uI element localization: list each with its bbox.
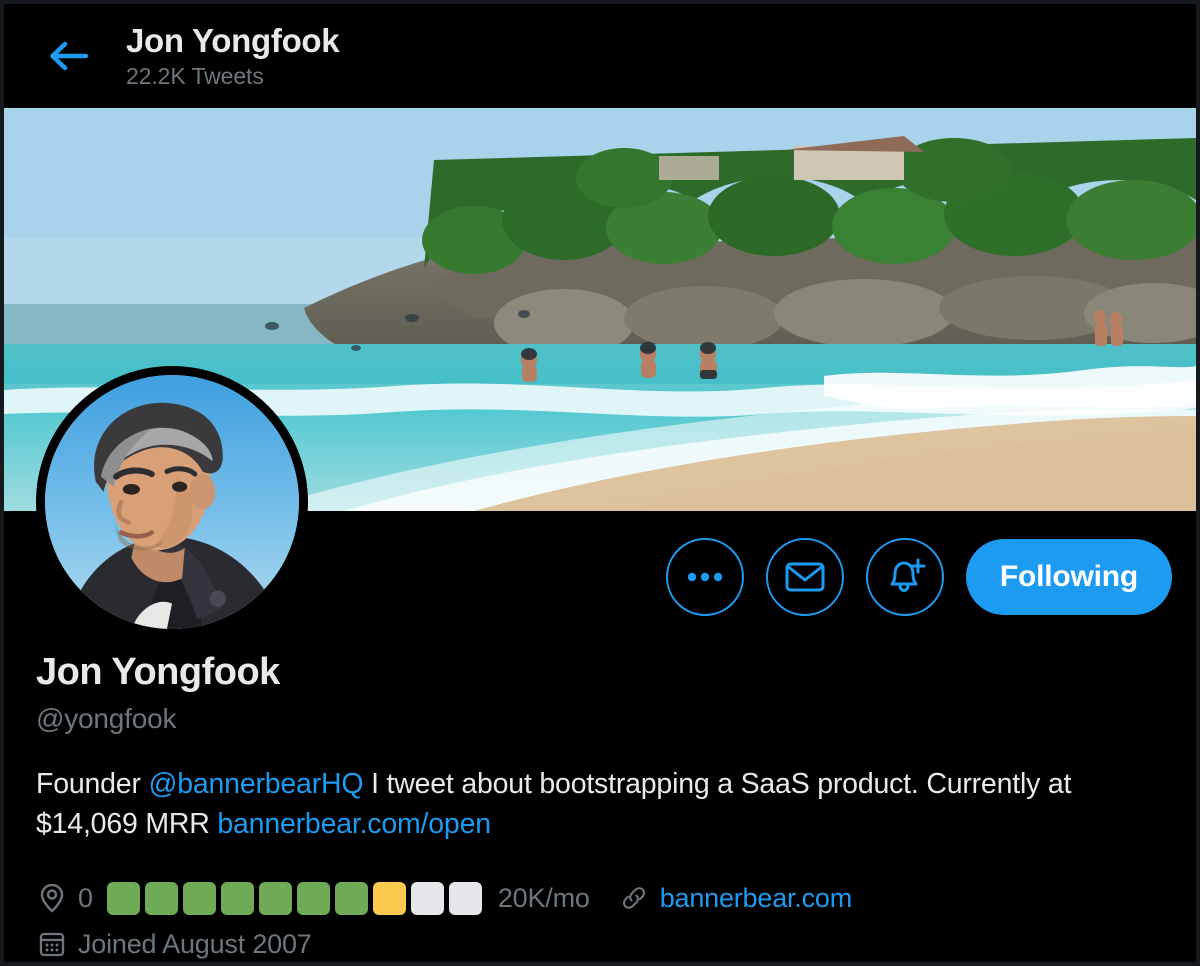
progress-segment [258,881,292,915]
joined-row: Joined August 2007 [36,922,1156,962]
progress-segment [410,881,444,915]
notifications-button[interactable] [865,538,944,616]
progress-segment [106,881,140,915]
bell-plus-icon [890,558,926,592]
calendar-icon [36,928,68,960]
location-value: 0 [78,882,93,913]
handle: @yongfook [36,702,177,734]
page-title: Jon Yongfook [126,21,340,59]
bio-url-link[interactable]: bannerbear.com/open [217,808,491,840]
link-chain-icon [618,882,650,914]
bio-part-one: Founder [36,768,149,800]
progress-segment [220,881,254,915]
message-button[interactable] [765,538,844,616]
header-title-group: Jon Yongfook 22.2K Tweets [126,21,340,90]
profile-meta: 0 20K/mo bannerbear.com Joined August 20… [36,876,1156,962]
mrr-goal-label: 20K/mo [497,882,590,913]
arrow-left-icon [50,41,88,71]
progress-segment [296,881,330,915]
profile-actions: Following [665,538,1172,616]
twitter-profile-screen: Jon Yongfook 22.2K Tweets Following Jon … [0,0,1200,966]
progress-segment [448,881,482,915]
progress-segment [182,881,216,915]
bio-text: Founder @bannerbearHQ I tweet about boot… [36,764,1154,844]
back-button[interactable] [40,28,96,84]
website-link[interactable]: bannerbear.com [660,883,853,914]
display-name: Jon Yongfook [36,651,280,693]
progress-segment [372,881,406,915]
mrr-progress-bar [106,881,482,915]
identity-block: Jon Yongfook @yongfook [36,651,280,735]
avatar-portrait-image [45,375,299,629]
avatar[interactable] [36,366,308,638]
ellipsis-icon [687,572,723,582]
progress-segment [144,881,178,915]
profile-header: Jon Yongfook 22.2K Tweets [4,4,1196,108]
following-button[interactable]: Following [965,539,1172,615]
tweet-count: 22.2K Tweets [126,63,264,90]
envelope-icon [785,562,825,592]
location-row: 0 20K/mo bannerbear.com [36,876,1156,920]
joined-date: Joined August 2007 [78,928,312,959]
location-pin-icon [36,882,68,914]
bio-mention-link[interactable]: @bannerbearHQ [148,768,363,800]
more-options-button[interactable] [665,538,744,616]
website-group[interactable]: bannerbear.com [618,882,852,914]
progress-segment [334,881,368,915]
